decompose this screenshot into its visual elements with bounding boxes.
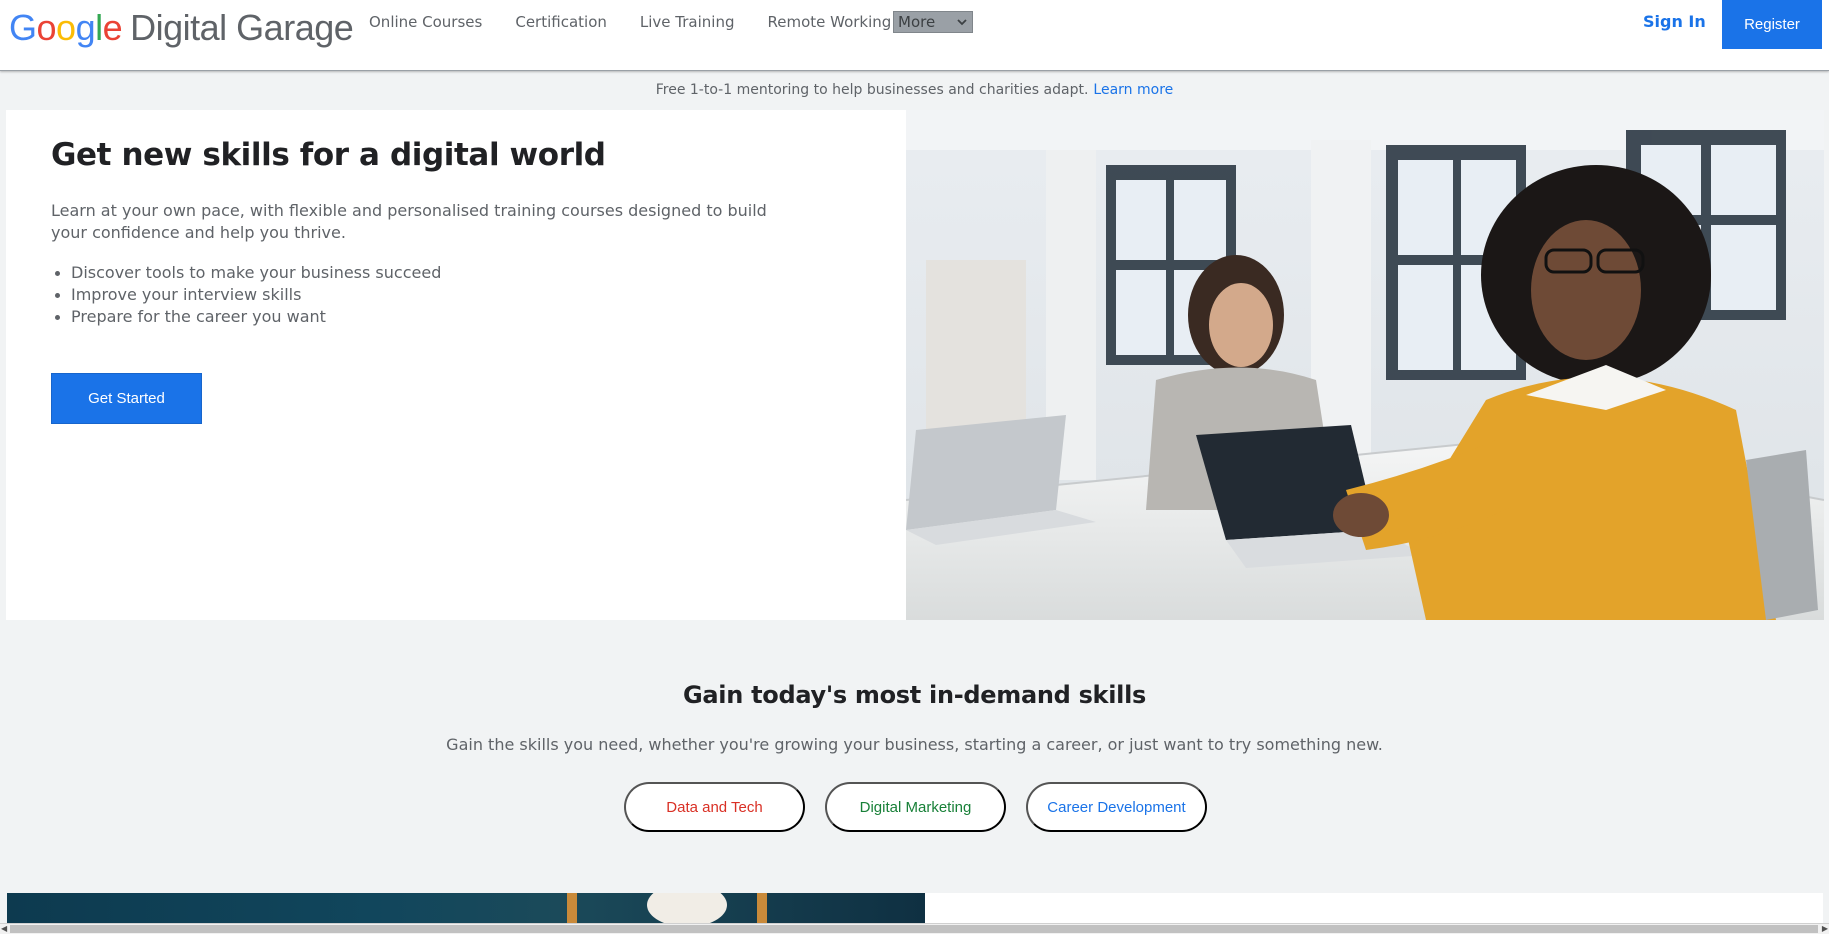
more-dropdown[interactable]: More [893,11,973,33]
nav-certification[interactable]: Certification [515,12,607,32]
nav-live-training[interactable]: Live Training [640,12,735,32]
logo-letter-o2: o [56,7,76,48]
chip-data-and-tech[interactable]: Data and Tech [624,782,805,832]
mentoring-banner: Free 1-to-1 mentoring to help businesses… [0,72,1829,108]
register-button[interactable]: Register [1722,0,1822,49]
logo-letter-l: l [95,7,103,48]
skill-chips: Data and Tech Digital Marketing Career D… [624,782,1207,832]
logo-letter-e: e [102,7,123,48]
hero-bullet-list: Discover tools to make your business suc… [51,262,441,328]
logo-letter-o1: o [36,7,57,48]
scroll-right-icon[interactable]: ▶ [1822,924,1828,933]
logo-letter-g2: g [75,7,96,48]
more-dropdown-label: More [898,13,936,31]
list-item: Prepare for the career you want [51,306,441,328]
hero-description: Learn at your own pace, with flexible an… [51,201,767,242]
chip-digital-marketing[interactable]: Digital Marketing [825,782,1006,832]
list-item: Improve your interview skills [51,284,441,306]
hero-image [906,110,1824,620]
skills-title: Gain today's most in-demand skills [683,681,1146,709]
get-started-button[interactable]: Get Started [51,373,202,424]
scroll-left-icon[interactable]: ◀ [1,924,7,933]
hero-title: Get new skills for a digital world [51,137,606,173]
chip-career-development[interactable]: Career Development [1026,782,1207,832]
list-item: Discover tools to make your business suc… [51,262,441,284]
banner-text: Free 1-to-1 mentoring to help businesses… [655,82,1089,98]
skills-subtitle: Gain the skills you need, whether you're… [446,735,1383,754]
chevron-down-icon [956,14,968,33]
sign-in-link[interactable]: Sign In [1643,12,1706,31]
google-digital-garage-logo[interactable]: Google Digital Garage [9,7,354,49]
course-feature-panel [925,893,1823,923]
office-meeting-illustration [906,110,1824,620]
logo-letter-g: G [9,7,37,48]
course-feature-image [7,893,925,923]
nav-online-courses[interactable]: Online Courses [369,12,482,32]
scrollbar-thumb[interactable] [10,925,1818,933]
horizontal-scrollbar[interactable]: ◀ ▶ [0,923,1829,934]
site-header: Google Digital Garage Online Courses Cer… [0,0,1829,71]
main-nav: Online Courses Certification Live Traini… [369,12,924,32]
hero-panel [6,110,906,620]
nav-remote-working[interactable]: Remote Working [767,12,891,32]
logo-text: Digital Garage [130,7,354,48]
learn-more-link[interactable]: Learn more [1093,82,1173,98]
